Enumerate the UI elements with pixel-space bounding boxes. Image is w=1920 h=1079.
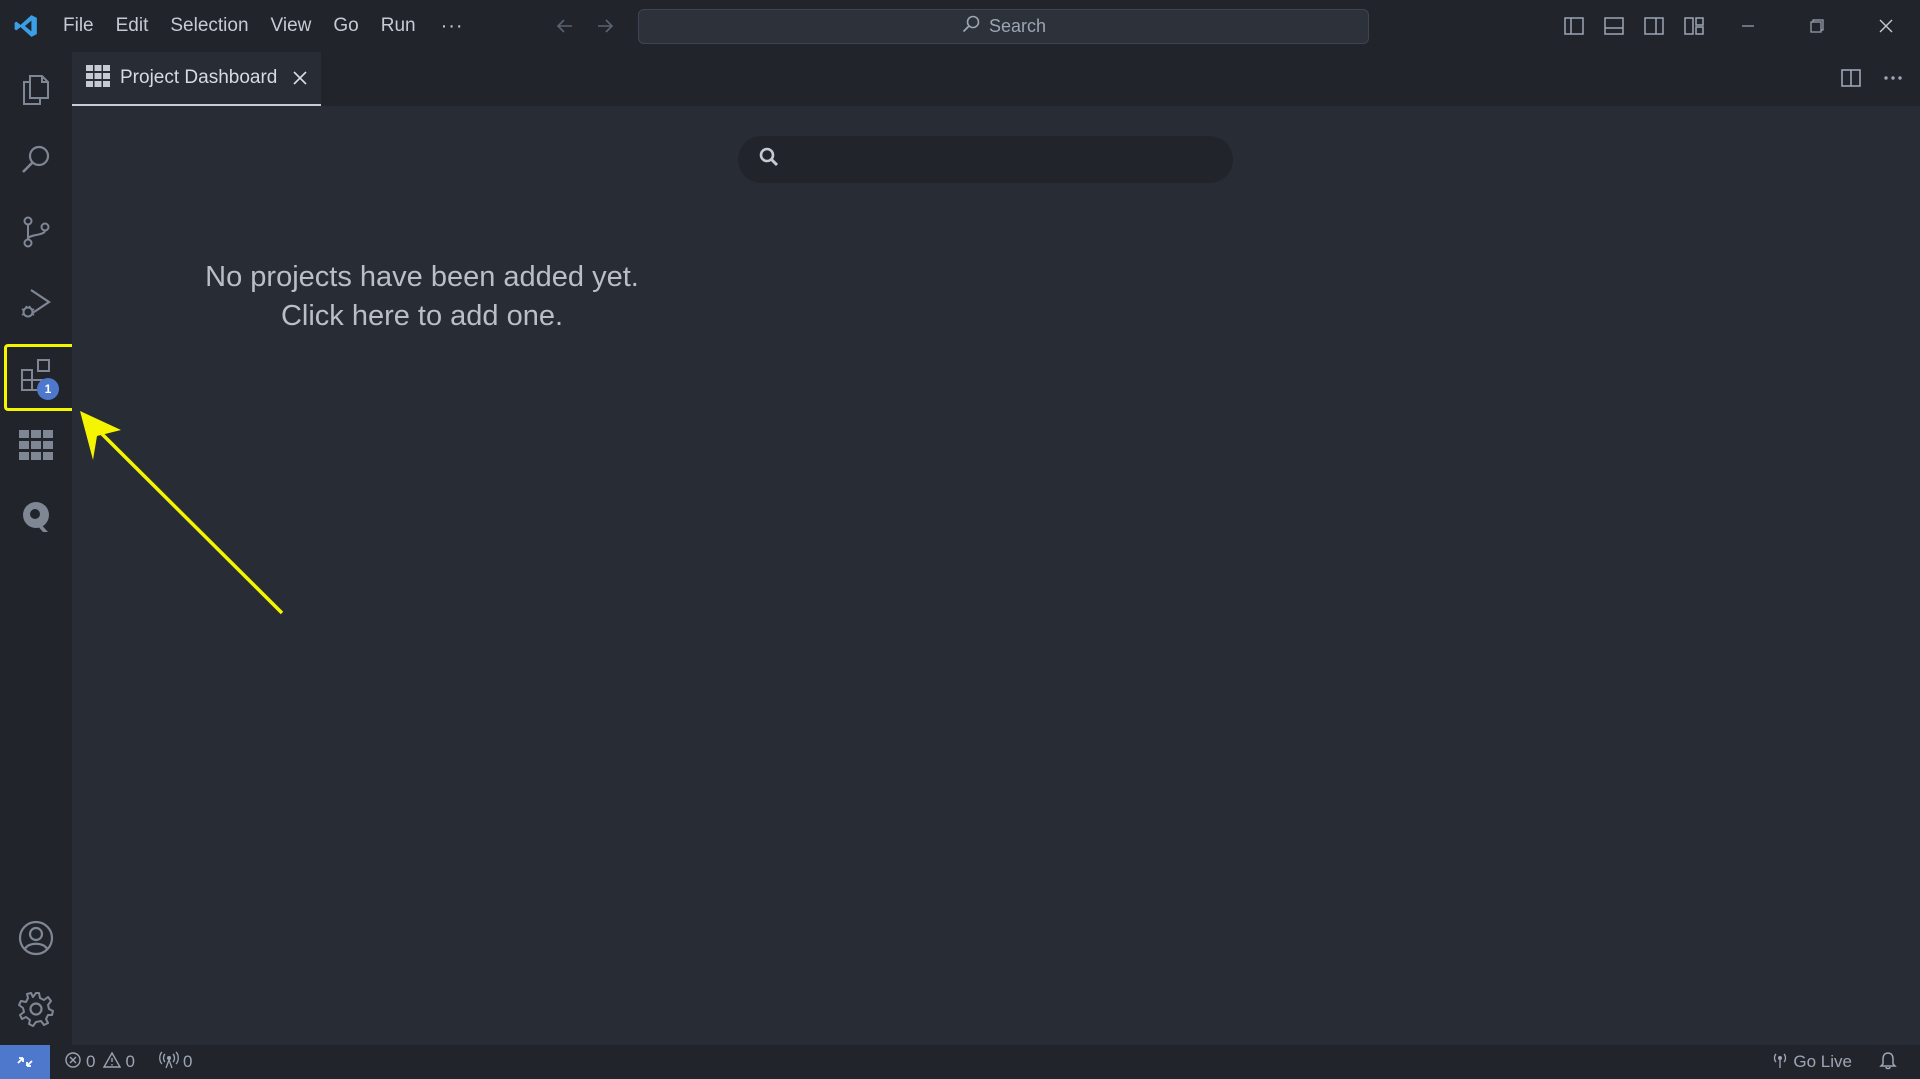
vscode-logo-icon — [0, 0, 52, 52]
tab-project-dashboard[interactable]: Project Dashboard — [72, 52, 321, 106]
go-live-label: Go Live — [1793, 1052, 1852, 1071]
problems-indicator[interactable]: 0 0 — [64, 1051, 135, 1074]
tab-bar: Project Dashboard — [72, 52, 1920, 106]
error-count: 0 — [86, 1052, 96, 1071]
search-icon[interactable] — [0, 125, 72, 195]
warning-count: 0 — [125, 1052, 135, 1071]
add-project-link[interactable]: Click here to add one. — [132, 297, 712, 336]
search-icon — [961, 14, 981, 39]
tab-label: Project Dashboard — [120, 67, 278, 88]
menu-file[interactable]: File — [52, 0, 105, 52]
menu-more-button[interactable]: ··· — [427, 15, 478, 38]
run-and-debug-icon[interactable] — [0, 268, 72, 338]
go-live-button[interactable]: Go Live — [1771, 1051, 1852, 1074]
warning-icon — [103, 1051, 122, 1074]
accounts-icon[interactable] — [0, 903, 72, 973]
broadcast-icon — [159, 1051, 179, 1074]
split-editor-icon[interactable] — [1838, 65, 1864, 91]
empty-message-line-1: No projects have been added yet. — [205, 261, 639, 293]
remote-indicator-icon[interactable] — [0, 1045, 50, 1079]
command-center-search[interactable]: Search — [638, 9, 1369, 44]
more-actions-icon[interactable] — [1880, 65, 1906, 91]
menu-bar: File Edit Selection View Go Run ··· — [52, 0, 478, 52]
toggle-primary-sidebar-icon[interactable] — [1560, 12, 1588, 40]
menu-view[interactable]: View — [260, 0, 323, 52]
project-dashboard-grid-icon[interactable] — [0, 410, 72, 480]
menu-edit[interactable]: Edit — [105, 0, 160, 52]
title-bar: File Edit Selection View Go Run ··· Sear… — [0, 0, 1920, 52]
source-control-icon[interactable] — [0, 197, 72, 267]
bell-icon[interactable] — [1878, 1050, 1898, 1075]
dashboard-search-input[interactable] — [794, 149, 1214, 170]
editor-area: No projects have been added yet. Click h… — [72, 106, 1920, 1045]
activity-bar: 1 — [0, 52, 72, 1045]
broadcast-icon — [1771, 1051, 1789, 1074]
empty-projects-message[interactable]: No projects have been added yet. Click h… — [132, 258, 712, 336]
menu-go[interactable]: Go — [322, 0, 369, 52]
close-icon[interactable] — [289, 67, 311, 89]
menu-run[interactable]: Run — [370, 0, 427, 52]
search-icon — [758, 146, 780, 173]
dashboard-search-box[interactable] — [738, 136, 1233, 183]
command-center-label: Search — [988, 16, 1047, 36]
restore-icon[interactable] — [1782, 0, 1851, 52]
quokka-icon[interactable] — [0, 482, 72, 552]
error-icon — [64, 1051, 82, 1074]
explorer-icon[interactable] — [0, 55, 72, 125]
customize-layout-icon[interactable] — [1680, 12, 1708, 40]
minimize-icon[interactable] — [1713, 0, 1782, 52]
grid-icon — [86, 64, 110, 92]
status-bar: 0 0 0 Go Live — [0, 1045, 1920, 1079]
toggle-secondary-sidebar-icon[interactable] — [1640, 12, 1668, 40]
menu-selection[interactable]: Selection — [159, 0, 259, 52]
close-window-icon[interactable] — [1851, 0, 1920, 52]
toggle-panel-icon[interactable] — [1600, 12, 1628, 40]
extensions-highlight-box — [4, 344, 79, 411]
forward-arrow-icon[interactable] — [592, 13, 618, 39]
gear-icon[interactable] — [0, 974, 72, 1044]
back-arrow-icon[interactable] — [552, 13, 578, 39]
ports-count: 0 — [182, 1052, 193, 1071]
ports-indicator[interactable]: 0 — [159, 1051, 192, 1074]
